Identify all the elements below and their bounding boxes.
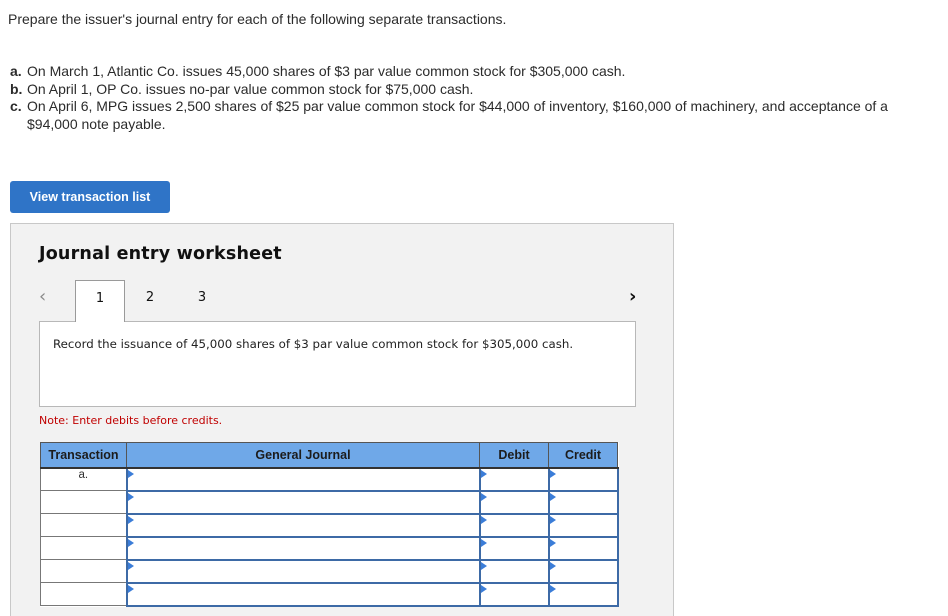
debit-cell: [478, 535, 550, 561]
transaction-text: On April 6, MPG issues 2,500 shares of $…: [27, 98, 888, 132]
credit-input[interactable]: [549, 514, 617, 536]
dropdown-marker-icon: [480, 538, 487, 547]
transaction-letter: b.: [10, 80, 23, 97]
debit-input[interactable]: [480, 491, 548, 513]
account-input[interactable]: [127, 560, 479, 582]
table-row: [40, 489, 619, 515]
dropdown-marker-icon: [127, 515, 134, 524]
tab-2[interactable]: 2: [125, 280, 175, 322]
credit-input[interactable]: [549, 491, 617, 513]
transaction-text: On March 1, Atlantic Co. issues 45,000 s…: [27, 63, 626, 79]
header-debit: Debit: [479, 442, 549, 469]
account-input[interactable]: [127, 468, 479, 490]
debit-input[interactable]: [480, 514, 548, 536]
dropdown-marker-icon: [549, 561, 556, 570]
account-input[interactable]: [127, 514, 479, 536]
table-row: [40, 535, 619, 561]
journal-entry-worksheet: Journal entry worksheet ‹ 1 2 3 › Record…: [10, 223, 674, 616]
dropdown-marker-icon: [549, 492, 556, 501]
transaction-cell: [40, 513, 127, 537]
account-cell: [125, 535, 481, 561]
dropdown-marker-icon: [127, 584, 134, 593]
transaction-cell: [40, 536, 127, 560]
tab-label: 2: [145, 290, 155, 305]
credit-cell: [547, 558, 619, 584]
tab-1[interactable]: 1: [75, 280, 125, 322]
tab-3[interactable]: 3: [177, 280, 227, 322]
account-cell: [125, 489, 481, 515]
instruction-box: Record the issuance of 45,000 shares of …: [39, 321, 636, 407]
dropdown-marker-icon: [480, 469, 487, 478]
transaction-cell: a.: [40, 467, 127, 491]
dropdown-marker-icon: [127, 469, 134, 478]
credit-input[interactable]: [549, 583, 617, 605]
credit-cell: [547, 512, 619, 538]
transaction-letter: c.: [10, 98, 22, 114]
account-cell: [125, 512, 481, 538]
transaction-letter: a.: [10, 63, 22, 79]
credit-cell: [547, 466, 619, 492]
dropdown-marker-icon: [480, 515, 487, 524]
account-input[interactable]: [127, 537, 479, 559]
dropdown-marker-icon: [549, 515, 556, 524]
account-cell: [125, 466, 481, 492]
dropdown-marker-icon: [127, 492, 134, 501]
debit-cell: [478, 489, 550, 515]
account-input[interactable]: [127, 491, 479, 513]
debit-input[interactable]: [480, 583, 548, 605]
credit-cell: [547, 535, 619, 561]
header-credit: Credit: [548, 442, 618, 469]
worksheet-title: Journal entry worksheet: [39, 244, 282, 264]
transaction-item-a: a. On March 1, Atlantic Co. issues 45,00…: [10, 63, 910, 81]
credit-input[interactable]: [549, 560, 617, 582]
tab-label: 3: [197, 290, 207, 305]
chevron-right-icon[interactable]: ›: [629, 286, 636, 307]
transaction-cell: [40, 490, 127, 514]
account-cell: [125, 558, 481, 584]
header-transaction: Transaction: [40, 442, 127, 469]
journal-table: Transaction General Journal Debit Credit…: [40, 442, 619, 607]
transaction-cell: [40, 559, 127, 583]
transaction-text: On April 1, OP Co. issues no-par value c…: [27, 80, 474, 97]
dropdown-marker-icon: [127, 538, 134, 547]
transaction-item-b: b. On April 1, OP Co. issues no-par valu…: [10, 81, 910, 99]
debit-cell: [478, 558, 550, 584]
debit-input[interactable]: [480, 468, 548, 490]
credit-input[interactable]: [549, 537, 617, 559]
account-input[interactable]: [127, 583, 479, 605]
debit-cell: [478, 466, 550, 492]
note-text: Note: Enter debits before credits.: [39, 414, 223, 427]
transaction-cell: [40, 582, 127, 606]
intro-text: Prepare the issuer's journal entry for e…: [8, 11, 507, 27]
dropdown-marker-icon: [549, 584, 556, 593]
transaction-list: a. On March 1, Atlantic Co. issues 45,00…: [10, 63, 910, 133]
chevron-left-icon[interactable]: ‹: [39, 286, 46, 307]
tab-label: 1: [95, 291, 105, 306]
dropdown-marker-icon: [480, 492, 487, 501]
table-row: [40, 581, 619, 607]
dropdown-marker-icon: [127, 561, 134, 570]
debit-cell: [478, 512, 550, 538]
table-row: [40, 512, 619, 538]
table-row: a.: [40, 466, 619, 492]
credit-cell: [547, 581, 619, 607]
transaction-item-c: c. On April 6, MPG issues 2,500 shares o…: [10, 98, 910, 133]
table-header-row: Transaction General Journal Debit Credit: [40, 442, 618, 469]
header-general-journal: General Journal: [126, 442, 480, 469]
dropdown-marker-icon: [480, 584, 487, 593]
debit-input[interactable]: [480, 537, 548, 559]
account-cell: [125, 581, 481, 607]
dropdown-marker-icon: [549, 538, 556, 547]
view-transaction-list-button[interactable]: View transaction list: [10, 181, 170, 213]
credit-input[interactable]: [549, 468, 617, 490]
dropdown-marker-icon: [549, 469, 556, 478]
dropdown-marker-icon: [480, 561, 487, 570]
debit-cell: [478, 581, 550, 607]
table-row: [40, 558, 619, 584]
debit-input[interactable]: [480, 560, 548, 582]
credit-cell: [547, 489, 619, 515]
